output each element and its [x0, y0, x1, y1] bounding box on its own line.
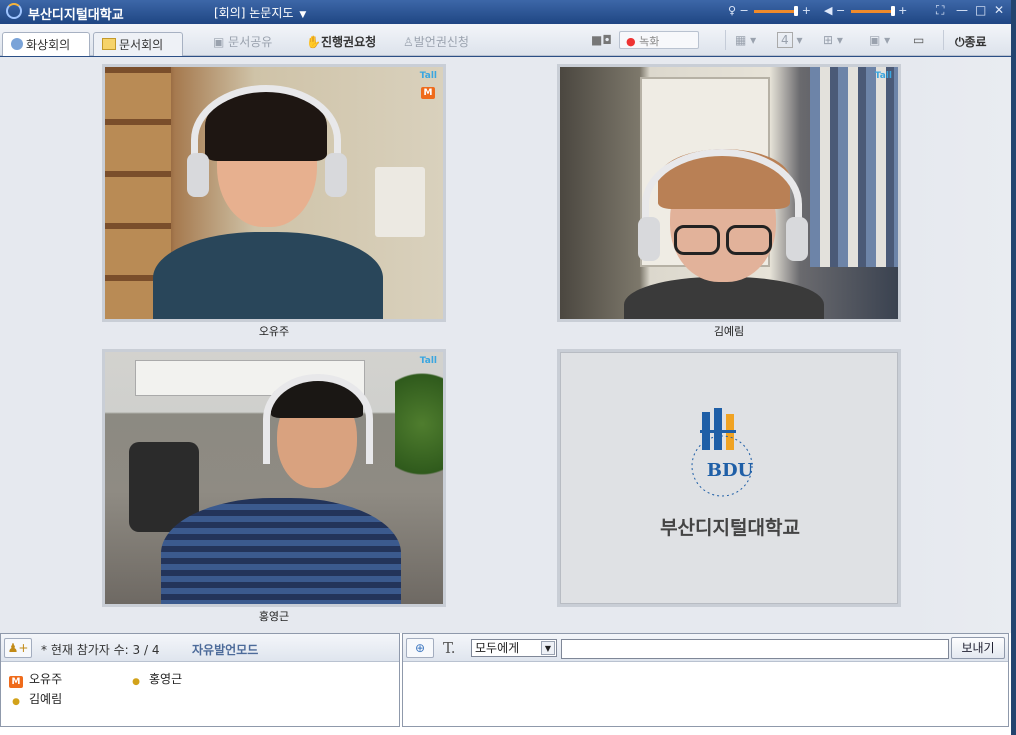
empty-slot-placeholder: BDU 부산디지털대학교	[560, 352, 898, 604]
power-icon: ⏻	[955, 35, 965, 49]
send-button[interactable]: 보내기	[951, 637, 1005, 659]
toolbar: 화상회의 문서회의 ▣ 문서공유 ✋진행권요청 ♙발언권신청 ■◘ ● 녹화 ▦…	[0, 24, 1011, 56]
video-caption-1: 오유주	[258, 325, 290, 338]
list-item[interactable]: M 오유주	[9, 670, 62, 688]
camera-icon[interactable]: ■◘	[591, 33, 612, 47]
list-item[interactable]: ● 김예림	[9, 690, 62, 708]
video-caption-3: 홍영근	[258, 610, 290, 623]
video-feed: Tall	[105, 352, 443, 604]
minimize-icon[interactable]: —	[956, 3, 968, 17]
invite-user-icon[interactable]: ♟+	[4, 638, 32, 658]
moderator-icon: M	[9, 676, 23, 688]
exit-button[interactable]: ⏻종료	[955, 33, 987, 50]
user-icon: ●	[12, 697, 20, 707]
chevron-down-icon: ▼	[541, 641, 555, 655]
request-control-button[interactable]: ✋진행권요청	[306, 33, 376, 50]
title-bar: 부산디지털대학교 [회의] 논문지도 ▼ ♀ − + ◀ − + ⛶ — □ ✕	[0, 0, 1016, 24]
bdu-logo-text: BDU	[707, 460, 754, 481]
text-format-icon[interactable]: T.	[443, 639, 456, 657]
signal-icon: Tall	[874, 71, 892, 81]
mic-icon: ♀	[728, 4, 737, 17]
video-tile-4[interactable]: BDU 부산디지털대학교	[557, 349, 901, 607]
maximize-icon[interactable]: □	[975, 3, 986, 17]
grid-layout-icon[interactable]: ⊞ ▾	[823, 33, 843, 47]
chevron-down-icon: ▼	[299, 10, 307, 20]
bdu-logo-caption: 부산디지털대학교	[660, 517, 800, 539]
close-icon[interactable]: ✕	[994, 3, 1004, 17]
participant-bar: ♟+ * 현재 참가자 수: 3 / 4 자유발언모드	[1, 634, 399, 662]
signal-icon: Tall	[419, 71, 437, 81]
app-title: 부산디지털대학교	[28, 8, 124, 23]
record-button[interactable]: ● 녹화	[619, 31, 699, 49]
recipient-select[interactable]: 모두에게 ▼	[471, 639, 557, 657]
meeting-title: [회의] 논문지도	[214, 6, 294, 20]
tab-video-conference[interactable]: 화상회의	[2, 32, 90, 56]
video-feed: Tall M	[105, 67, 443, 319]
video-area: Tall M 오유주 Tall 김예림 Tall 홍영근 BDU 부산디지털대학…	[0, 57, 1011, 633]
chat-message-input[interactable]	[561, 639, 949, 659]
video-tile-3[interactable]: Tall	[102, 349, 446, 607]
speaker-icon: ◀	[824, 4, 833, 17]
doc-share-button[interactable]: ▣ 문서공유	[213, 33, 272, 50]
settings-icon[interactable]: ▭	[913, 33, 924, 47]
bottom-panels: ♟+ * 현재 참가자 수: 3 / 4 자유발언모드 M 오유주 ● 홍영근 ● 김…	[0, 633, 1011, 735]
chat-log[interactable]	[403, 663, 1008, 726]
clothes-rack	[810, 67, 898, 267]
mic-volume[interactable]: ♀ − +	[728, 4, 811, 17]
signal-icon: Tall	[419, 356, 437, 366]
video-tile-1[interactable]: Tall M	[102, 64, 446, 322]
meeting-selector[interactable]: [회의] 논문지도 ▼	[214, 4, 306, 21]
plant	[395, 372, 443, 502]
fullscreen-icon[interactable]: ⛶	[936, 3, 944, 18]
app-logo-icon	[6, 3, 22, 19]
speaker-volume-slider[interactable]	[850, 5, 895, 16]
video-caption-2: 김예림	[713, 325, 745, 338]
tab-document-conference[interactable]: 문서회의	[93, 32, 183, 56]
document-icon	[102, 38, 116, 50]
doc-share-icon: ▣	[213, 35, 225, 49]
screen-size-icon[interactable]: ▣ ▾	[869, 33, 890, 47]
webcam-icon	[11, 38, 23, 50]
person-icon: ♙	[403, 35, 414, 49]
chat-bar: ⊕ T. 모두에게 ▼ 보내기	[403, 634, 1008, 662]
record-dot-icon: ●	[626, 35, 636, 48]
participant-panel: ♟+ * 현재 참가자 수: 3 / 4 자유발언모드 M 오유주 ● 홍영근 ● 김…	[0, 633, 400, 727]
video-tile-2[interactable]: Tall	[557, 64, 901, 322]
participant-count: * 현재 참가자 수: 3 / 4	[41, 643, 160, 657]
list-item[interactable]: ● 홍영근	[129, 670, 182, 688]
video-feed: Tall	[560, 67, 898, 319]
hand-icon: ✋	[306, 35, 321, 49]
bdu-logo: BDU 부산디지털대학교	[660, 408, 800, 539]
speaker-volume[interactable]: ◀ − +	[824, 4, 907, 17]
speaking-mode: 자유발언모드	[192, 643, 259, 657]
chat-zoom-icon[interactable]: ⊕	[406, 638, 434, 658]
user-icon: ●	[132, 677, 140, 687]
layout-count-select[interactable]: 4 ▾	[777, 32, 802, 48]
request-speak-button[interactable]: ♙발언권신청	[403, 33, 469, 50]
mic-volume-slider[interactable]	[754, 5, 799, 16]
chat-panel: ⊕ T. 모두에게 ▼ 보내기	[402, 633, 1009, 727]
mute-icon[interactable]: ▦ ▾	[735, 33, 756, 47]
window-edge	[1011, 0, 1016, 735]
moderator-badge: M	[421, 87, 435, 99]
layout-count-value: 4	[777, 32, 793, 48]
